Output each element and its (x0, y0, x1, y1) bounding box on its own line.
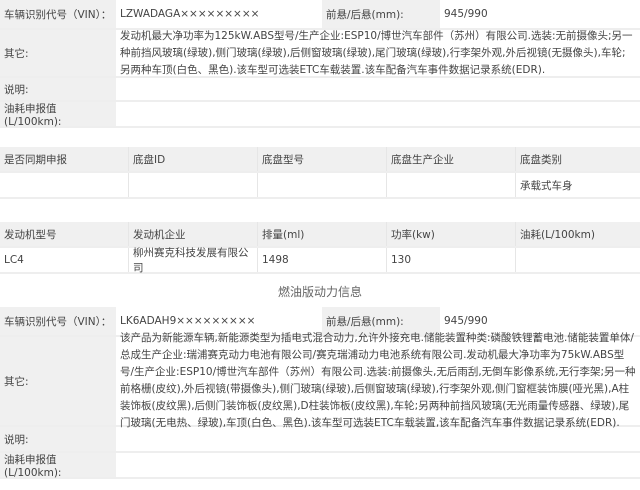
table-row: 承载式车身 (0, 173, 640, 199)
header-cell: 排量(ml) (258, 222, 387, 246)
header-cell: 功率(kw) (387, 222, 516, 246)
other-label: 其它: (0, 337, 116, 425)
cell: LC4 (0, 248, 129, 272)
fuel-label: 油耗申报值(L/100km): (0, 453, 116, 479)
header-cell: 发动机型号 (0, 222, 129, 246)
cell: 承载式车身 (520, 179, 573, 192)
header-cell: 底盘生产企业 (387, 147, 516, 171)
cell (129, 173, 258, 197)
cell: 130 (387, 248, 516, 272)
fuel-value (116, 102, 640, 126)
section-title: 燃油版动力信息 (277, 285, 362, 299)
table-header: 是否同期申报 底盘ID 底盘型号 底盘生产企业 底盘类别 (0, 147, 640, 173)
header-cell: 底盘类别 (520, 153, 562, 166)
other-value: 发动机最大净功率为125kW.ABS型号/生产企业:ESP10/博世汽车部件（苏… (120, 29, 633, 76)
vin-value: LZWADAGA××××××××× (120, 8, 260, 20)
fuel-label: 油耗申报值(L/100km): (0, 102, 116, 128)
cell (258, 173, 387, 197)
header-cell: 底盘型号 (258, 147, 387, 171)
header-cell: 底盘ID (129, 147, 258, 171)
cell: 柳州赛克科技发展有限公司 (129, 247, 258, 274)
header-cell: 油耗(L/100km) (520, 228, 595, 241)
engine-table: 发动机型号 发动机企业 排量(ml) 功率(kw) 油耗(L/100km) LC… (0, 222, 640, 274)
table-row: LC4 柳州赛克科技发展有限公司 1498 130 (0, 247, 640, 274)
vin-label: 车辆识别代号（VIN）： (0, 0, 116, 28)
note-value (116, 78, 640, 100)
table-header: 发动机型号 发动机企业 排量(ml) 功率(kw) 油耗(L/100km) (0, 222, 640, 248)
fuel-value (116, 453, 640, 477)
vehicle-info-block-1: 车辆识别代号（VIN）： LZWADAGA××××××××× 前悬/后悬(mm)… (0, 0, 640, 128)
vin-label: 车辆识别代号（VIN）： (0, 307, 116, 335)
note-label: 说明: (0, 78, 116, 100)
chassis-table: 是否同期申报 底盘ID 底盘型号 底盘生产企业 底盘类别 承载式车身 (0, 147, 640, 199)
cell (0, 173, 129, 197)
overhang-value: 945/990 (444, 7, 488, 20)
note-label: 说明: (0, 427, 116, 451)
vehicle-info-block-2: 车辆识别代号（VIN）： LK6ADAH9××××××××× 前悬/后悬(mm)… (0, 307, 640, 479)
other-label: 其它: (0, 30, 116, 76)
cell (516, 248, 640, 272)
cell (387, 173, 516, 197)
other-value: 该产品为新能源车辆,新能源类型为插电式混合动力,允许外接充电.储能装置种类:磷酸… (120, 332, 636, 429)
header-cell: 是否同期申报 (0, 147, 129, 171)
cell: 1498 (258, 248, 387, 272)
overhang-label: 前悬/后悬(mm): (322, 0, 440, 28)
header-cell: 发动机企业 (129, 222, 258, 246)
note-value (116, 427, 640, 451)
